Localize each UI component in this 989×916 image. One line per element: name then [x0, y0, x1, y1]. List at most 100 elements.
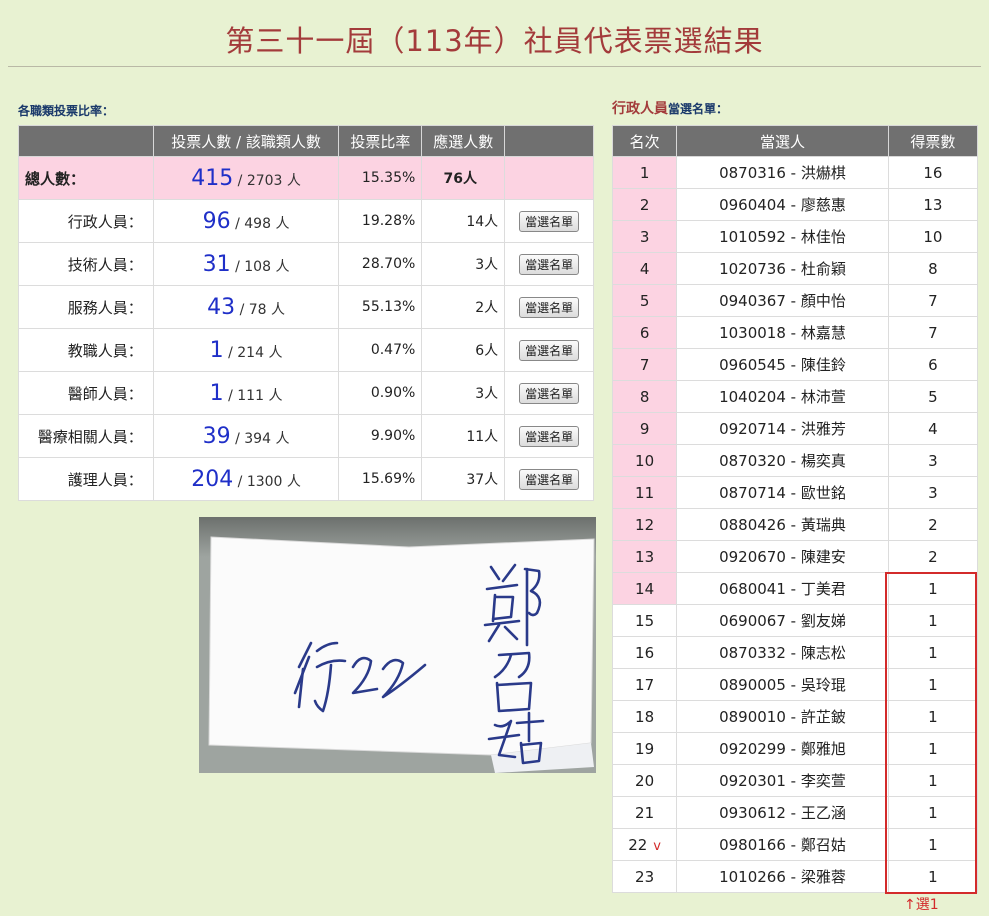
- winner-name: 0870320 - 楊奕真: [676, 444, 889, 477]
- winner-name: 0870332 - 陳志松: [676, 636, 889, 669]
- winner-rank: 11: [635, 483, 655, 502]
- voted-count: 31: [202, 251, 231, 277]
- voted-count: 1: [209, 337, 224, 363]
- winner-name: 0960545 - 陳佳鈴: [676, 348, 889, 381]
- seat-count: 3人: [421, 242, 506, 286]
- vote-rate: 0.47%: [338, 328, 423, 372]
- winners-caption: 行政人員當選名單：: [612, 98, 728, 118]
- category-label: 技術人員：: [18, 242, 154, 286]
- winner-name: 0940367 - 顏中怡: [676, 284, 889, 317]
- stats-header-row: 投票人數 / 該職類人數 投票比率 應選人數: [18, 125, 594, 157]
- winner-rank: 10: [635, 451, 655, 470]
- winner-rank-cell: 19: [611, 732, 678, 765]
- winners-list-button-nursing[interactable]: 當選名單: [519, 468, 580, 490]
- vote-rate: 55.13%: [338, 285, 423, 329]
- winner-rank: 7: [639, 355, 650, 374]
- winner-rank: 14: [635, 579, 655, 598]
- winner-rank-cell: 6: [611, 316, 678, 349]
- seat-count: 2人: [421, 285, 506, 329]
- seat-count: 6人: [421, 328, 506, 372]
- voted-count: 43: [207, 294, 236, 320]
- action-cell: 當選名單: [504, 457, 594, 501]
- category-count: 96 / 498 人: [152, 199, 340, 243]
- vote-rate: 15.69%: [338, 457, 423, 501]
- winner-rank-cell: 8: [611, 380, 678, 413]
- winner-rank-cell: 18: [611, 700, 678, 733]
- total-count: 415 / 2703 人: [152, 156, 340, 200]
- winner-votes: 4: [887, 412, 979, 445]
- winner-rank-cell: 12: [611, 508, 678, 541]
- ballot-slip-image: [208, 536, 595, 773]
- winner-row: 11 0870714 - 歐世銘 3: [611, 476, 979, 509]
- winner-name: 0920670 - 陳建安: [676, 540, 889, 573]
- winner-rank-cell: 11: [611, 476, 678, 509]
- category-count: 1 / 111 人: [152, 371, 340, 415]
- winner-row: 13 0920670 - 陳建安 2: [611, 540, 979, 573]
- vote-rate: 9.90%: [338, 414, 423, 458]
- winner-rank: 19: [635, 739, 655, 758]
- winner-rank: 9: [639, 419, 650, 438]
- action-cell: 當選名單: [504, 371, 594, 415]
- category-count: 39 / 394 人: [152, 414, 340, 458]
- total-rate: 15.35%: [338, 156, 423, 200]
- category-count: 31 / 108 人: [152, 242, 340, 286]
- winner-rank: 2: [639, 195, 650, 214]
- winners-list-button-admin[interactable]: 當選名單: [519, 210, 580, 232]
- total-members: / 2703 人: [237, 172, 301, 189]
- winner-votes: 6: [887, 348, 979, 381]
- stats-total-row: 總人數： 415 / 2703 人 15.35% 76人: [18, 156, 594, 200]
- category-label: 醫療相關人員：: [18, 414, 154, 458]
- ballot-photo: [199, 517, 596, 773]
- seat-count: 14人: [421, 199, 506, 243]
- winner-rank: 3: [639, 227, 650, 246]
- stats-header-category: [18, 125, 154, 157]
- winners-list-button-medical-related[interactable]: 當選名單: [519, 425, 580, 447]
- winner-name: 1040204 - 林沛萱: [676, 380, 889, 413]
- winner-rank: 8: [639, 387, 650, 406]
- winners-header-votes: 得票數: [887, 125, 979, 157]
- winner-rank: 1: [639, 163, 650, 182]
- winner-rank-cell: 4: [611, 252, 678, 285]
- winner-rank-cell: 2: [611, 188, 678, 221]
- winner-rank-cell: 9: [611, 412, 678, 445]
- stats-row-nursing: 護理人員： 204 / 1300 人 15.69% 37人 當選名單: [18, 457, 594, 501]
- winners-list-button-physician[interactable]: 當選名單: [519, 382, 580, 404]
- winner-votes: 13: [887, 188, 979, 221]
- winner-name: 0890005 - 吳玲琨: [676, 668, 889, 701]
- winner-votes: 2: [887, 508, 979, 541]
- winner-rank: 5: [639, 291, 650, 310]
- winner-votes: 16: [887, 156, 979, 189]
- action-cell: 當選名單: [504, 242, 594, 286]
- stats-row-medical-related: 醫療相關人員： 39 / 394 人 9.90% 11人 當選名單: [18, 414, 594, 458]
- winners-caption-category: 行政人員: [612, 101, 668, 117]
- winners-list-button-service[interactable]: 當選名單: [519, 296, 580, 318]
- voted-count: 204: [191, 466, 234, 492]
- winners-list-button-teaching[interactable]: 當選名單: [519, 339, 580, 361]
- winner-votes: 2: [887, 540, 979, 573]
- winner-row: 7 0960545 - 陳佳鈴 6: [611, 348, 979, 381]
- winners-list-button-technical[interactable]: 當選名單: [519, 253, 580, 275]
- action-cell: 當選名單: [504, 285, 594, 329]
- winner-rank: 17: [635, 675, 655, 694]
- winner-rank-cell: 17: [611, 668, 678, 701]
- winner-rank-cell: 10: [611, 444, 678, 477]
- seat-count: 3人: [421, 371, 506, 415]
- winner-votes: 7: [887, 316, 979, 349]
- winner-votes: 7: [887, 284, 979, 317]
- annotation-note: ↑選1: [904, 897, 939, 913]
- action-cell: 當選名單: [504, 199, 594, 243]
- winner-rank: 23: [635, 867, 655, 886]
- member-count: / 214 人: [228, 344, 283, 361]
- page-title: 第三十一屆（113年）社員代表票選結果: [225, 24, 764, 58]
- winner-row: 4 1020736 - 杜俞穎 8: [611, 252, 979, 285]
- winner-name: 0960404 - 廖慈惠: [676, 188, 889, 221]
- winner-rank: 21: [635, 803, 655, 822]
- winner-rank-cell: 7: [611, 348, 678, 381]
- winner-name: 0980166 - 鄭召姑: [676, 828, 889, 861]
- winner-rank: 15: [635, 611, 655, 630]
- winner-row: 8 1040204 - 林沛萱 5: [611, 380, 979, 413]
- voting-stats-table: 投票人數 / 該職類人數 投票比率 應選人數 總人數： 415 / 2703 人…: [18, 125, 594, 501]
- stats-header-seats: 應選人數: [421, 125, 506, 157]
- seat-count: 37人: [421, 457, 506, 501]
- category-label: 教職人員：: [18, 328, 154, 372]
